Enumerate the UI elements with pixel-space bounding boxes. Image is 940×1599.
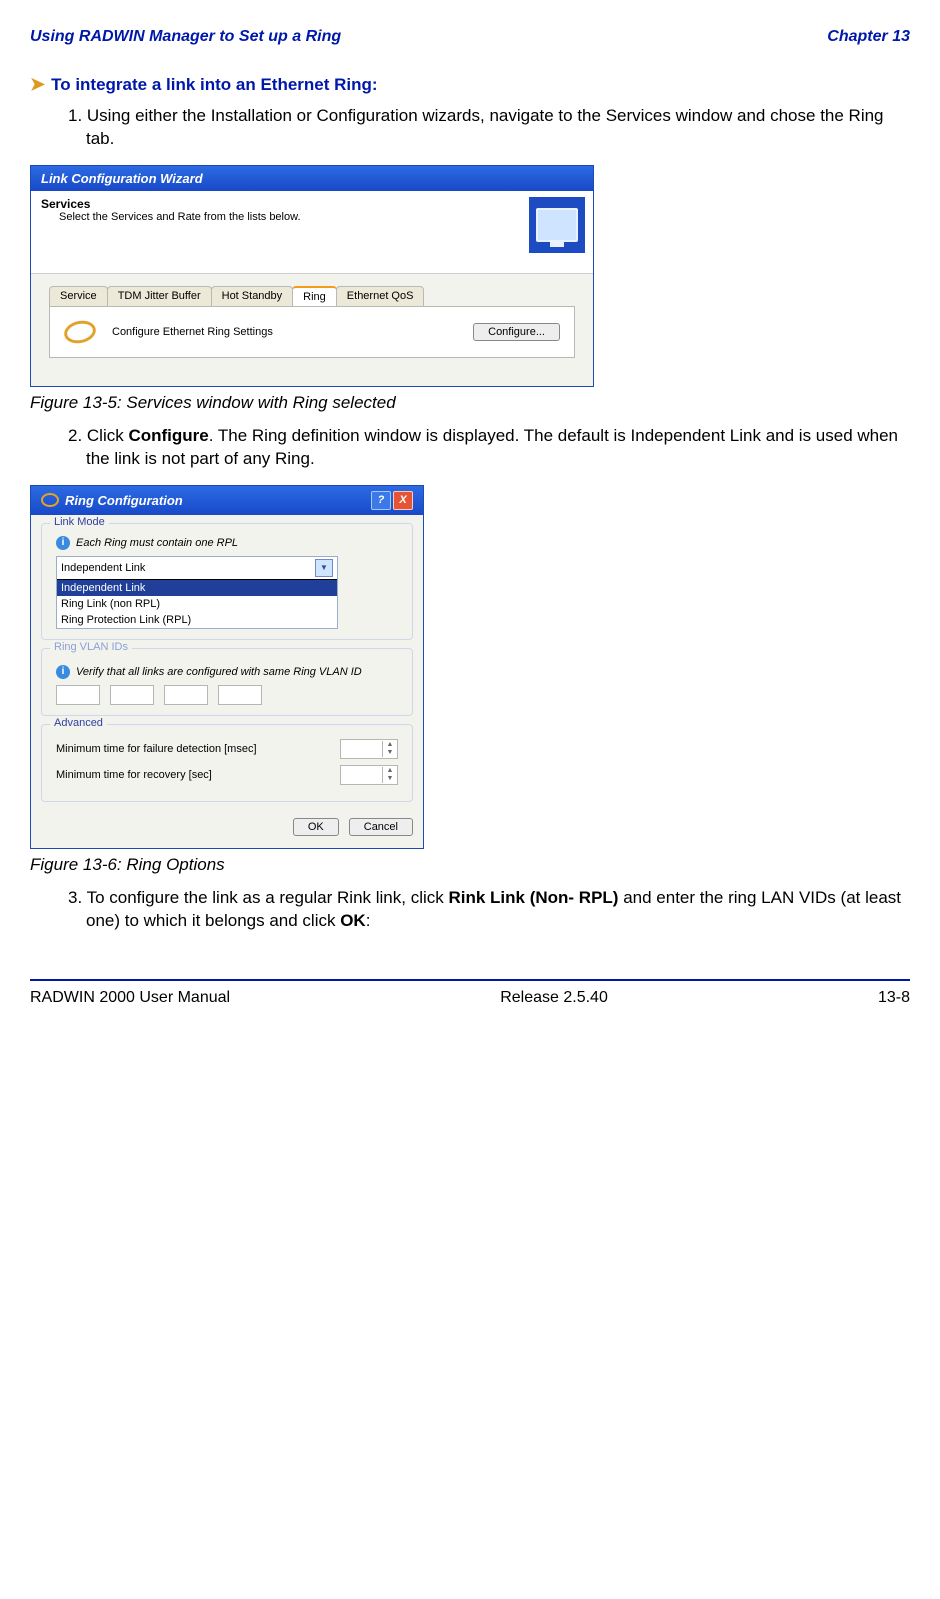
failure-detection-label: Minimum time for failure detection [msec… [56,743,257,755]
monitor-icon [529,197,585,253]
recovery-time-spinner[interactable]: ▲▼ [340,765,398,785]
close-icon[interactable]: X [393,491,413,510]
figure-13-6-caption: Figure 13-6: Ring Options [30,855,910,875]
spinner-down-icon[interactable]: ▼ [383,749,397,757]
link-mode-combobox[interactable]: Independent Link ▼ Independent Link Ring… [56,556,338,629]
services-title: Services [41,197,529,211]
page-header-right: Chapter 13 [827,28,910,46]
services-subtitle: Select the Services and Rate from the li… [59,211,529,223]
spinner-up-icon[interactable]: ▲ [383,741,397,749]
ok-button[interactable]: OK [293,818,339,836]
chevron-right-icon: ➤ [30,74,45,95]
ring-pane-text: Configure Ethernet Ring Settings [112,326,457,338]
combo-option-independent-link[interactable]: Independent Link [57,580,337,596]
tab-service[interactable]: Service [49,286,108,306]
spinner-up-icon[interactable]: ▲ [383,767,397,775]
footer-right: 13-8 [878,989,910,1007]
wizard-titlebar: Link Configuration Wizard [31,166,593,191]
vlan-id-input-3[interactable] [164,685,208,705]
configure-button[interactable]: Configure... [473,323,560,341]
tab-ethernet-qos[interactable]: Ethernet QoS [336,286,425,306]
ring-vlan-group: Ring VLAN IDs i Verify that all links ar… [41,648,413,716]
ring-icon [41,493,59,507]
recovery-time-label: Minimum time for recovery [sec] [56,769,212,781]
dialog-title: Ring Configuration [65,493,183,508]
footer-left: RADWIN 2000 User Manual [30,989,230,1007]
ring-icon [62,318,98,346]
vlan-id-input-4[interactable] [218,685,262,705]
step-1-text: 1. Using either the Installation or Conf… [86,105,910,151]
tab-ring[interactable]: Ring [292,286,337,306]
step-3-text: 3. To configure the link as a regular Ri… [86,887,910,933]
cancel-button[interactable]: Cancel [349,818,413,836]
ring-configuration-dialog: Ring Configuration ? X Link Mode i Each … [30,485,424,849]
section-heading: To integrate a link into an Ethernet Rin… [51,75,377,95]
spinner-down-icon[interactable]: ▼ [383,775,397,783]
combo-selected-value: Independent Link [61,562,315,574]
tab-tdm-jitter-buffer[interactable]: TDM Jitter Buffer [107,286,212,306]
info-icon: i [56,665,70,679]
ring-vlan-label: Ring VLAN IDs [50,641,132,653]
step-2-text: 2. Click Configure. The Ring definition … [86,425,910,471]
ring-vlan-info: Verify that all links are configured wit… [76,666,362,678]
chevron-down-icon[interactable]: ▼ [315,559,333,577]
advanced-label: Advanced [50,717,107,729]
link-mode-info: Each Ring must contain one RPL [76,537,238,549]
advanced-group: Advanced Minimum time for failure detect… [41,724,413,802]
vlan-id-input-2[interactable] [110,685,154,705]
link-mode-label: Link Mode [50,516,109,528]
failure-detection-spinner[interactable]: ▲▼ [340,739,398,759]
info-icon: i [56,536,70,550]
help-icon[interactable]: ? [371,491,391,510]
page-header-left: Using RADWIN Manager to Set up a Ring [30,28,341,46]
combo-option-rpl[interactable]: Ring Protection Link (RPL) [57,612,337,628]
link-config-wizard-window: Link Configuration Wizard Services Selec… [30,165,594,387]
figure-13-5-caption: Figure 13-5: Services window with Ring s… [30,393,910,413]
footer-center: Release 2.5.40 [500,989,608,1007]
tab-hot-standby[interactable]: Hot Standby [211,286,294,306]
vlan-id-input-1[interactable] [56,685,100,705]
combo-option-ring-link[interactable]: Ring Link (non RPL) [57,596,337,612]
link-mode-group: Link Mode i Each Ring must contain one R… [41,523,413,640]
